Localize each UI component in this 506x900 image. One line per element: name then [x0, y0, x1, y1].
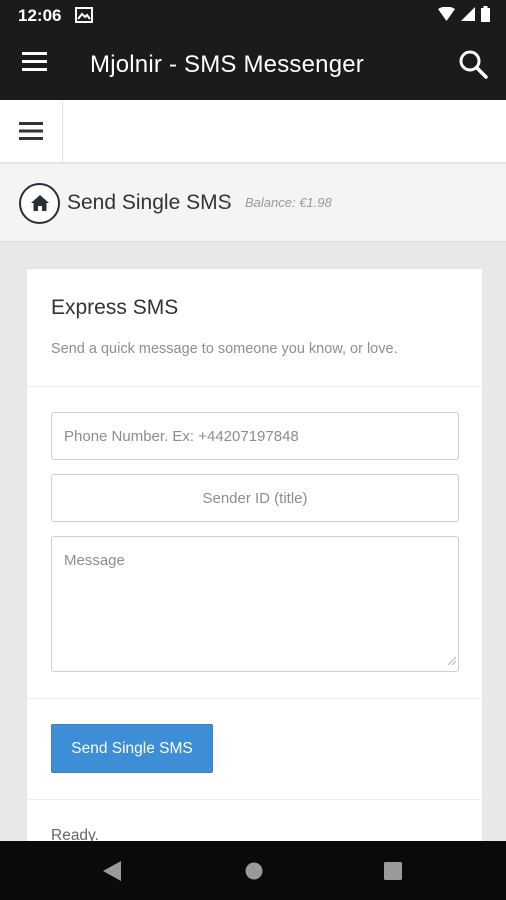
page-nav — [0, 100, 506, 163]
card-title: Express SMS — [51, 296, 179, 319]
search-icon[interactable] — [458, 49, 488, 84]
app-title: Mjolnir - SMS Messenger — [90, 51, 365, 78]
recent-apps-icon[interactable] — [384, 862, 402, 885]
status-bar: 12:06 — [0, 0, 506, 30]
wifi-icon — [438, 7, 455, 21]
signal-icon — [461, 7, 475, 21]
navigation-bar — [0, 841, 506, 900]
back-icon[interactable] — [103, 861, 121, 886]
home-icon — [31, 195, 49, 211]
card-subtitle: Send a quick message to someone you know… — [51, 341, 398, 357]
image-notification-icon — [75, 7, 93, 28]
battery-icon — [481, 6, 490, 22]
message-textarea[interactable]: Message — [51, 536, 459, 672]
breadcrumb: Send Single SMS / Balance: €1.98 — [0, 164, 506, 242]
express-sms-card: Express SMS Send a quick message to some… — [26, 268, 484, 878]
status-time: 12:06 — [18, 6, 62, 25]
home-nav-icon[interactable] — [245, 862, 263, 885]
home-button[interactable] — [19, 183, 60, 224]
sender-id-input[interactable]: Sender ID (title) — [51, 474, 459, 522]
status-icons — [438, 6, 490, 22]
hamburger-icon — [19, 122, 43, 140]
breadcrumb-separator: / — [226, 195, 230, 211]
divider — [27, 386, 484, 387]
app-bar: Mjolnir - SMS Messenger — [0, 30, 506, 100]
page-title: Send Single SMS — [67, 191, 232, 214]
phone-number-input[interactable]: Phone Number. Ex: +44207197848 — [51, 412, 459, 460]
divider — [27, 698, 484, 699]
message-placeholder: Message — [64, 552, 125, 569]
balance-label: Balance: €1.98 — [245, 195, 332, 210]
send-single-sms-button[interactable]: Send Single SMS — [51, 724, 213, 773]
menu-icon[interactable] — [22, 52, 47, 76]
page-menu-button[interactable] — [0, 100, 63, 163]
resize-grip-icon[interactable] — [447, 652, 457, 669]
divider — [27, 799, 484, 800]
